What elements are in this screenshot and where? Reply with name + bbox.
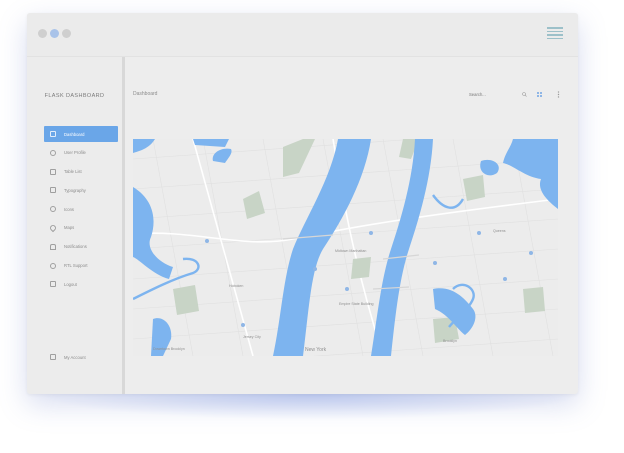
map-view[interactable]: Midtown Manhattan Jersey City New York B… — [133, 139, 558, 356]
hamburger-menu-icon[interactable] — [547, 27, 563, 39]
sidebar-item-label: Dashboard — [64, 131, 85, 137]
bell-icon — [50, 243, 56, 250]
sidebar-item-label: Logout — [64, 281, 77, 287]
map-label: Downtown Brooklyn — [153, 347, 185, 351]
sidebar-item-label: Typography — [64, 187, 86, 193]
sidebar-item-dashboard[interactable]: Dashboard — [44, 126, 118, 142]
map-label: Brooklyn — [443, 339, 457, 343]
sidebar-item-rtl-support[interactable]: RTL Support — [44, 258, 118, 274]
sidebar-item-label: Icons — [64, 206, 75, 212]
my-account-link[interactable]: My Account — [50, 354, 86, 360]
dashboard-icon — [50, 131, 56, 137]
sidebar-item-label: User Profile — [64, 150, 86, 156]
sidebar-item-typography[interactable]: Typography — [44, 182, 118, 198]
account-icon — [50, 354, 56, 360]
sidebar-item-maps[interactable]: Maps — [44, 220, 118, 236]
map-label: Midtown Manhattan — [335, 249, 367, 253]
window-control-maximize[interactable] — [62, 29, 71, 38]
my-account-label: My Account — [64, 354, 86, 360]
window-control-minimize[interactable] — [50, 29, 59, 38]
user-icon — [50, 149, 56, 156]
map-label: New York — [305, 347, 327, 353]
browser-window: FLASK DASHBOARD Dashboard User Profile T… — [27, 13, 578, 394]
sidebar-item-notifications[interactable]: Notifications — [44, 239, 118, 255]
map-label: Queens — [493, 229, 506, 233]
book-icon — [50, 187, 56, 194]
top-bar: Dashboard — [131, 90, 571, 103]
search-input[interactable] — [469, 90, 517, 98]
window-control-close[interactable] — [38, 29, 47, 38]
globe-icon — [50, 262, 56, 269]
clipboard-icon — [50, 168, 56, 175]
sidebar-item-user-profile[interactable]: User Profile — [44, 145, 118, 161]
sidebar-nav: Dashboard User Profile Table List Typogr… — [44, 126, 118, 295]
grid-icon[interactable] — [537, 92, 542, 97]
sidebar-item-label: Maps — [64, 225, 75, 231]
map-label: Hoboken — [229, 284, 244, 288]
cloud-icon — [50, 206, 56, 213]
brand-title[interactable]: FLASK DASHBOARD — [27, 93, 122, 99]
breadcrumb[interactable]: Dashboard — [133, 91, 157, 97]
sidebar-item-icons[interactable]: Icons — [44, 201, 118, 217]
sidebar-item-logout[interactable]: Logout — [44, 276, 118, 292]
map-label: Empire State Building — [339, 302, 374, 306]
sidebar-item-label: RTL Support — [64, 263, 88, 269]
map-marker-icon — [48, 223, 58, 233]
sidebar-item-label: Table List — [64, 169, 82, 175]
logout-icon — [50, 281, 56, 288]
sidebar: FLASK DASHBOARD Dashboard User Profile T… — [27, 57, 125, 394]
search-icon[interactable] — [522, 92, 527, 97]
sidebar-item-label: Notifications — [64, 244, 87, 250]
map-canvas — [133, 139, 558, 356]
more-vertical-icon[interactable] — [557, 91, 560, 98]
sidebar-item-table-list[interactable]: Table List — [44, 164, 118, 180]
map-label: Jersey City — [243, 335, 261, 339]
title-bar — [27, 13, 578, 57]
